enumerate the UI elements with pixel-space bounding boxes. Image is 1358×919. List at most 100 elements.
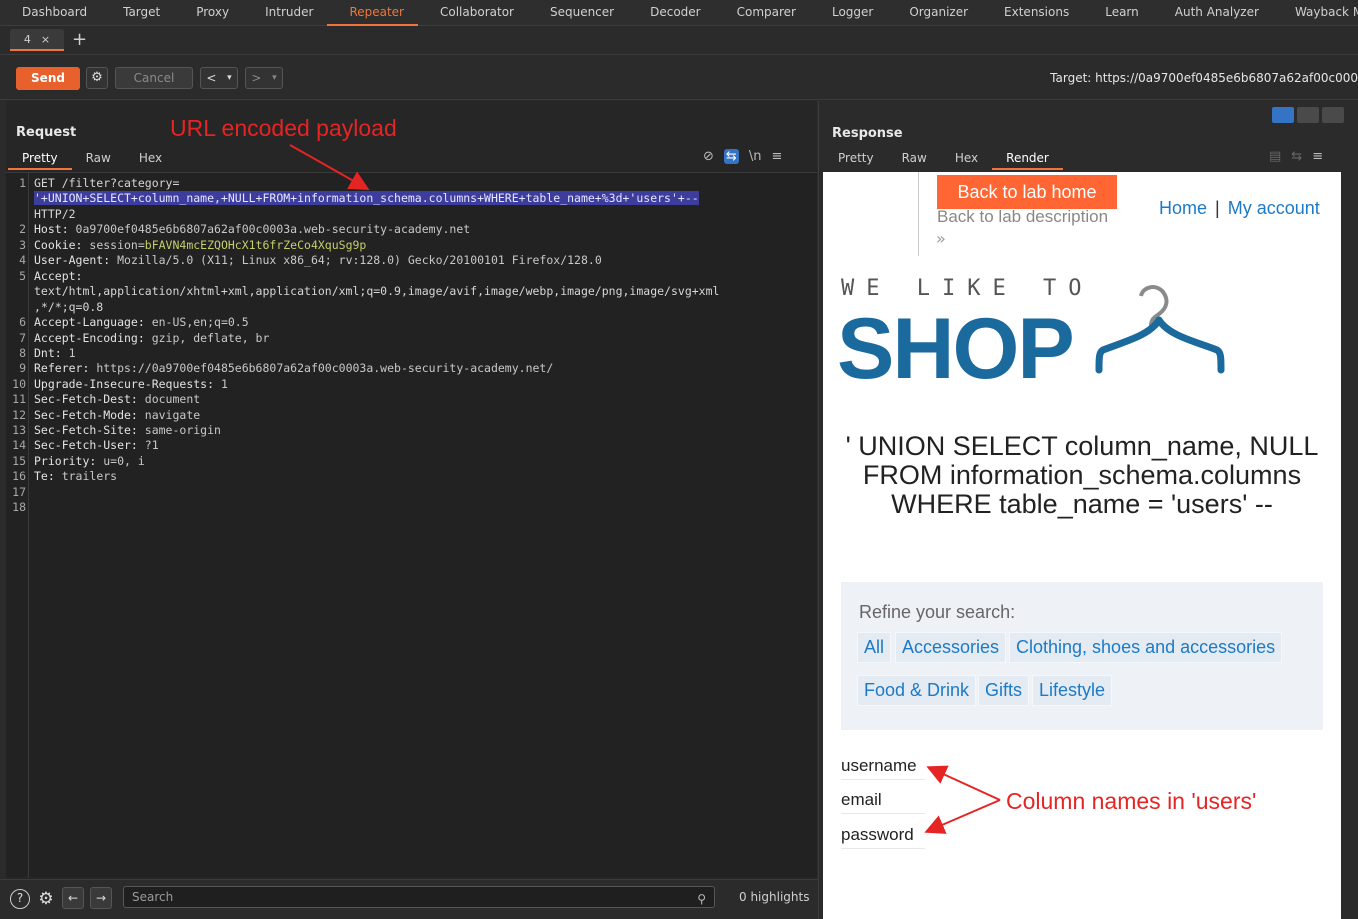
home-link[interactable]: Home	[1159, 198, 1207, 218]
account-links: Home | My account	[1159, 198, 1320, 219]
line-number: 12	[12, 408, 26, 422]
add-tab-icon[interactable]: +	[72, 29, 87, 50]
nav-intruder[interactable]: Intruder	[243, 0, 327, 26]
category-accessories[interactable]: Accessories	[895, 632, 1007, 663]
chevron-left-icon: <	[206, 71, 217, 85]
line-number: 2	[19, 222, 26, 236]
chevron-right-icon: >	[251, 71, 262, 85]
line-number: 17	[12, 485, 26, 499]
nav-learn[interactable]: Learn	[1083, 0, 1153, 26]
tab-hex[interactable]: Hex	[125, 151, 176, 170]
line-number: 15	[12, 454, 26, 468]
gear-icon[interactable]: ⚙	[36, 889, 56, 909]
layout-side-by-side-icon[interactable]	[1272, 107, 1294, 123]
line-number: 4	[19, 253, 26, 267]
header-priority: Priority: u=0, i	[34, 454, 145, 468]
category-gifts[interactable]: Gifts	[978, 675, 1030, 706]
back-to-lab-description-link[interactable]: Back to lab description	[937, 207, 1108, 227]
nav-sequencer[interactable]: Sequencer	[528, 0, 628, 26]
category-lifestyle[interactable]: Lifestyle	[1032, 675, 1113, 706]
nav-proxy[interactable]: Proxy	[174, 0, 243, 26]
category-food-drink[interactable]: Food & Drink	[857, 675, 977, 706]
target-url[interactable]: Target: https://0a9700ef0485e6b6807a62af…	[1050, 71, 1358, 85]
column-name-item: password	[841, 825, 925, 849]
repeater-tab-4[interactable]: 4 ×	[10, 29, 64, 51]
toggle-icon[interactable]: ▤	[1269, 149, 1281, 164]
tab-hex[interactable]: Hex	[941, 151, 992, 170]
layout-stacked-icon[interactable]	[1297, 107, 1319, 123]
category-all[interactable]: All	[857, 632, 892, 663]
line-number: 14	[12, 438, 26, 452]
header-accept-encoding: Accept-Encoding: gzip, deflate, br	[34, 331, 270, 345]
header-referer: Referer: https://0a9700ef0485e6b6807a62a…	[34, 361, 554, 375]
header-accept-value: text/html,application/xhtml+xml,applicat…	[34, 284, 720, 298]
tab-raw[interactable]: Raw	[888, 151, 941, 170]
logo-shop: SHOP	[837, 301, 1075, 397]
columns-annotation: Column names in 'users'	[1006, 788, 1257, 814]
previous-match-button[interactable]: ←	[62, 887, 84, 909]
repeater-tab-row: 4 × +	[0, 27, 1358, 55]
column-name-item: username	[841, 756, 925, 780]
top-navigation: Dashboard Target Proxy Intruder Repeater…	[0, 0, 1358, 26]
layout-tabs-icon[interactable]	[1322, 107, 1344, 123]
settings-gear-icon[interactable]: ⚙	[86, 67, 108, 89]
next-match-button[interactable]: →	[90, 887, 112, 909]
nav-decoder[interactable]: Decoder	[628, 0, 715, 26]
wrap-lines-icon[interactable]: ⇆	[1291, 149, 1302, 164]
header-sec-fetch-user: Sec-Fetch-User: ?1	[34, 438, 159, 452]
nav-dashboard[interactable]: Dashboard	[0, 0, 101, 26]
request-line: GET /filter?category=	[34, 176, 180, 190]
hide-eye-icon[interactable]: ⊘	[703, 149, 714, 164]
header-accept-value-cont: ,*/*;q=0.8	[34, 300, 104, 314]
tab-raw[interactable]: Raw	[72, 151, 125, 170]
nav-extensions[interactable]: Extensions	[982, 0, 1083, 26]
header-accept-language: Accept-Language: en-US,en;q=0.5	[34, 315, 249, 329]
request-editor[interactable]: 1 2 3 4 5 6 7 8 9 10 11 12 13 14 15 16 1…	[6, 172, 817, 878]
header-sec-fetch-site: Sec-Fetch-Site: same-origin	[34, 423, 221, 437]
selected-payload[interactable]: '+UNION+SELECT+column_name,+NULL+FROM+in…	[34, 191, 699, 205]
tab-pretty[interactable]: Pretty	[8, 151, 72, 170]
category-clothing[interactable]: Clothing, shoes and accessories	[1009, 632, 1283, 663]
response-view-tabs: Pretty Raw Hex Render	[824, 151, 1063, 170]
nav-wayback-machine[interactable]: Wayback Machine	[1273, 0, 1358, 26]
hanger-icon	[1095, 285, 1225, 374]
line-number: 5	[19, 269, 26, 283]
header-dnt: Dnt: 1	[34, 346, 76, 360]
chevron-down-icon: ▾	[272, 73, 277, 83]
nav-auth-analyzer[interactable]: Auth Analyzer	[1153, 0, 1273, 26]
history-back-button[interactable]: < ▾	[200, 67, 238, 89]
send-button[interactable]: Send	[16, 67, 80, 90]
search-input[interactable]: Search ⚲	[123, 886, 715, 908]
rendered-page: Back to lab home Back to lab description…	[823, 172, 1341, 919]
menu-icon[interactable]: ≡	[771, 149, 782, 164]
cancel-button[interactable]: Cancel	[115, 67, 193, 89]
back-to-lab-home-button[interactable]: Back to lab home	[937, 175, 1117, 209]
help-icon[interactable]: ?	[10, 889, 30, 909]
nav-target[interactable]: Target	[101, 0, 174, 26]
nav-collaborator[interactable]: Collaborator	[418, 0, 528, 26]
request-view-tabs: Pretty Raw Hex	[8, 151, 176, 170]
nav-logger[interactable]: Logger	[810, 0, 887, 26]
http-version: HTTP/2	[34, 207, 76, 221]
header-sec-fetch-dest: Sec-Fetch-Dest: document	[34, 392, 201, 406]
tab-pretty[interactable]: Pretty	[824, 151, 888, 170]
line-number: 6	[19, 315, 26, 329]
my-account-link[interactable]: My account	[1228, 198, 1320, 218]
nav-comparer[interactable]: Comparer	[715, 0, 810, 26]
tab-render[interactable]: Render	[992, 151, 1063, 170]
close-icon[interactable]: ×	[41, 33, 50, 46]
newline-icon[interactable]: \n	[749, 149, 762, 164]
header-sec-fetch-mode: Sec-Fetch-Mode: navigate	[34, 408, 201, 422]
history-forward-button[interactable]: > ▾	[245, 67, 283, 89]
response-title: Response	[832, 126, 903, 141]
logo-tagline: WE LIKE TO	[841, 276, 1094, 301]
nav-repeater[interactable]: Repeater	[327, 0, 418, 26]
search-placeholder: Search	[132, 890, 174, 904]
menu-icon[interactable]: ≡	[1312, 149, 1323, 164]
highlight-count: 0 highlights	[739, 890, 810, 904]
nav-organizer[interactable]: Organizer	[887, 0, 982, 26]
refine-label: Refine your search:	[859, 602, 1016, 622]
wrap-lines-icon[interactable]: ⇆	[723, 149, 739, 164]
header-user-agent: User-Agent: Mozilla/5.0 (X11; Linux x86_…	[34, 253, 602, 267]
request-pane: Request Pretty Raw Hex ⊘ ⇆ \n ≡ 1 2 3 4 …	[6, 101, 817, 879]
